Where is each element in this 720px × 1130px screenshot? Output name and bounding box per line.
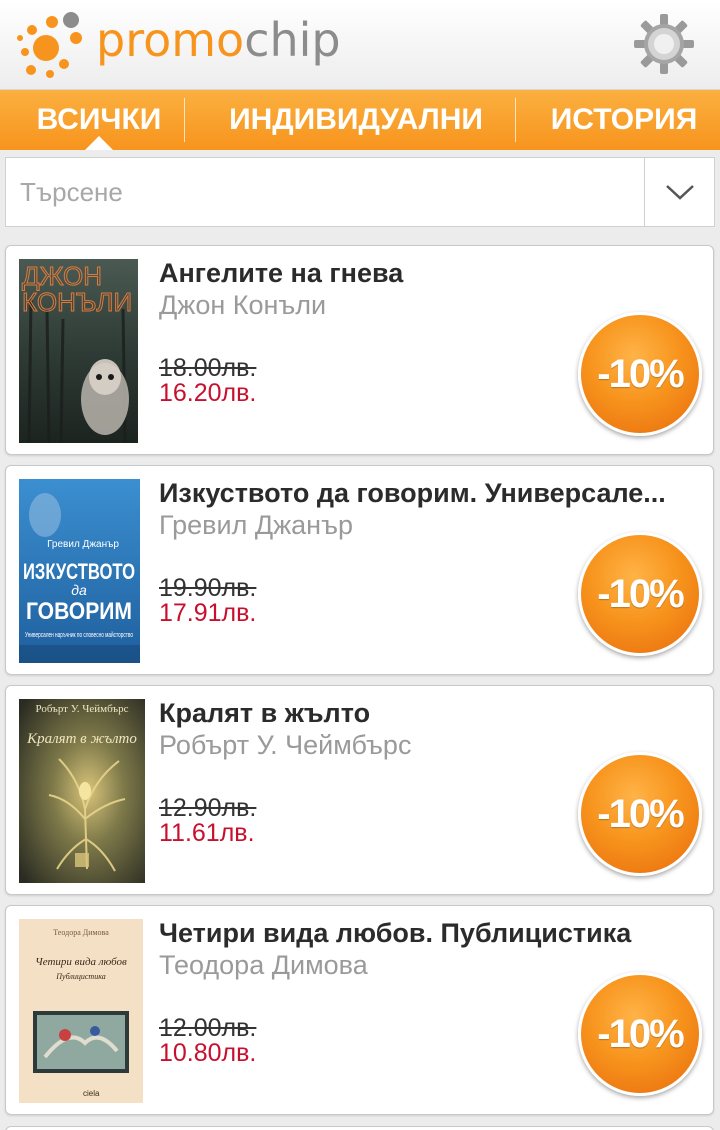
app-header: promochip [0,0,720,90]
discount-badge: -10% [578,532,702,656]
book-title: Ангелите на гнева [159,258,404,288]
discount-badge: -10% [578,752,702,876]
cover-publisher-text: ciela [83,1089,100,1098]
book-cover-image: ДЖОН КОНЪЛИ [19,259,138,443]
new-price: 10.80лв. [159,1039,257,1067]
book-card[interactable]: Робърт У. Чеймбърс Кралят в жълто Кралят… [5,685,714,895]
cover-title-text: ГОВОРИМ [26,598,132,625]
promochip-logo-icon [17,12,82,78]
search-bar [5,157,715,227]
book-cover-image: Гревил Джанър ИЗКУСТВОТО да ГОВОРИМ Унив… [19,479,140,663]
book-cover-image: Робърт У. Чеймбърс Кралят в жълто [19,699,145,883]
app-logo-text: promochip [96,12,341,68]
filter-dropdown-button[interactable] [644,158,714,226]
logo-chip: chip [244,13,341,67]
cover-title-text: КОНЪЛИ [22,287,132,317]
selected-tab-indicator [85,136,113,150]
chevron-down-icon [665,185,694,200]
cover-author-text: Робърт У. Чеймбърс [35,703,128,715]
discount-badge: -10% [578,312,702,436]
cover-title-text: Четири вида любов [35,956,127,968]
new-price: 16.20лв. [159,379,257,407]
search-input[interactable] [6,158,644,226]
settings-gear-icon[interactable] [632,12,696,76]
book-author: Джон Конъли [159,290,327,320]
tab-history[interactable]: ИСТОРИЯ [530,90,718,150]
book-card[interactable]: Теодора Димова Четири вида любов Публици… [5,905,714,1115]
book-title: Изкуството да говорим. Универсале... [159,478,666,508]
book-title: Кралят в жълто [159,698,371,728]
book-card[interactable]: Гревил Джанър ИЗКУСТВОТО да ГОВОРИМ Унив… [5,465,714,675]
new-price: 17.91лв. [159,599,257,627]
cover-author-text: Гревил Джанър [47,539,119,550]
book-author: Робърт У. Чеймбърс [159,730,412,760]
logo-promo: promo [96,13,245,67]
tab-divider [515,98,516,142]
book-card-partial[interactable] [5,1126,714,1130]
book-author: Теодора Димова [159,950,368,980]
cover-author-text: Теодора Димова [53,928,109,937]
book-title: Четири вида любов. Публицистика [159,918,632,948]
tab-individual[interactable]: ИНДИВИДУАЛНИ [200,90,512,150]
cover-title-text: да [71,582,87,598]
discount-badge: -10% [578,972,702,1096]
book-author: Гревил Джанър [159,510,353,540]
cover-title-text: ИЗКУСТВОТО [23,559,135,584]
cover-subtitle-text: Универсален наръчник по словесно майстор… [25,631,133,639]
book-cover-image: Теодора Димова Четири вида любов Публици… [19,919,143,1103]
cover-title-text: Кралят в жълто [26,731,137,747]
book-card[interactable]: ДЖОН КОНЪЛИ Ангелите на гнева Джон Конъл… [5,245,714,455]
tab-divider [184,98,185,142]
new-price: 11.61лв. [159,819,255,847]
cover-subtitle-text: Публицистика [55,972,106,981]
